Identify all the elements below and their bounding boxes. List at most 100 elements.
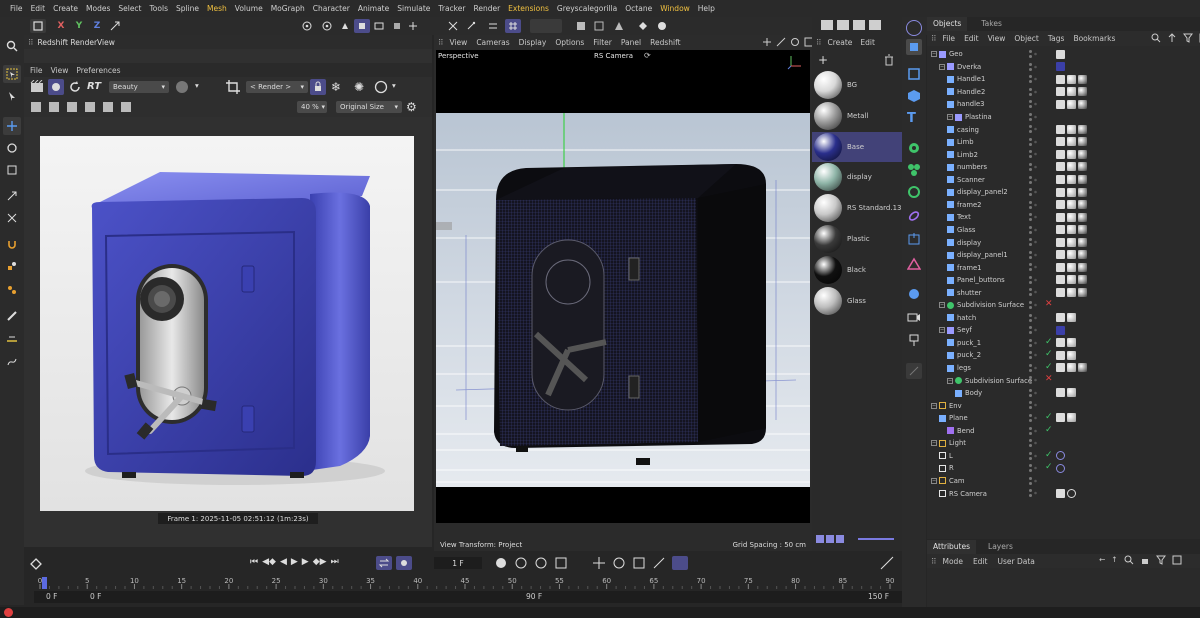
material-tag-icon[interactable] (1067, 200, 1076, 210)
model-mode-icon[interactable] (300, 19, 314, 33)
phong-tag-icon[interactable] (1056, 413, 1065, 423)
square-icon[interactable] (907, 67, 921, 81)
phong-tag-icon[interactable] (1056, 325, 1065, 335)
go-to-start-icon[interactable]: ⏮ (250, 557, 258, 567)
object-row[interactable]: − Dverka (927, 61, 1200, 74)
material-tag-icon[interactable] (1078, 137, 1087, 147)
attr-search-icon[interactable] (1124, 555, 1134, 565)
visibility-dots-icon[interactable] (1028, 200, 1038, 210)
refresh-icon[interactable] (68, 80, 82, 94)
uv-mode-icon[interactable] (372, 19, 386, 33)
material-icon-3[interactable] (852, 19, 866, 31)
object-row[interactable]: Text (927, 211, 1200, 224)
ipr-toggle-icon[interactable] (48, 79, 64, 95)
material-tag-icon[interactable] (1078, 363, 1087, 373)
material-item[interactable]: BG (812, 70, 902, 100)
field-icon[interactable] (907, 257, 921, 271)
object-row[interactable]: puck_2 ✓ (927, 349, 1200, 362)
menu-select[interactable]: Select (114, 0, 145, 17)
pan-icon[interactable] (762, 37, 772, 47)
scale-icon[interactable] (3, 161, 21, 179)
visibility-dots-icon[interactable] (1028, 363, 1038, 373)
live-select-icon[interactable] (3, 87, 21, 105)
search-icon[interactable] (3, 37, 21, 55)
material-tag-icon[interactable] (1067, 413, 1076, 423)
circle-dropdown-arrow-icon[interactable]: ▾ (392, 81, 396, 90)
autokey-icon[interactable] (514, 556, 528, 570)
material-tag-icon[interactable] (1067, 237, 1076, 247)
visibility-dots-icon[interactable] (1028, 350, 1038, 360)
material-tag-icon[interactable] (1067, 350, 1076, 360)
object-row[interactable]: display (927, 236, 1200, 249)
material-tag-icon[interactable] (1067, 124, 1076, 134)
visibility-dots-icon[interactable] (1028, 175, 1038, 185)
phong-tag-icon[interactable] (1056, 74, 1065, 84)
visibility-dots-icon[interactable] (1028, 187, 1038, 197)
record-key-icon[interactable] (494, 556, 508, 570)
object-row[interactable]: − Seyf (927, 324, 1200, 337)
effector-icon[interactable] (907, 185, 921, 199)
visibility-dots-icon[interactable] (1028, 162, 1038, 172)
visibility-dots-icon[interactable] (1028, 262, 1038, 272)
visibility-dots-icon[interactable] (1028, 149, 1038, 159)
disabled-tool-icon[interactable] (906, 363, 922, 379)
camera-link-icon[interactable]: ⟳ (644, 51, 651, 60)
visibility-dots-icon[interactable] (1028, 137, 1038, 147)
rv-menu-view[interactable]: View (51, 66, 69, 75)
keyframe-diamond-icon[interactable] (30, 558, 42, 570)
vp-menu-options[interactable]: Options (555, 38, 584, 47)
snowflake-icon[interactable]: ❄ (331, 80, 341, 94)
attr-menu-mode[interactable]: Mode (943, 557, 963, 566)
tab-objects[interactable]: Objects (927, 17, 968, 31)
object-row[interactable]: L ✓ (927, 450, 1200, 463)
coord-system-icon[interactable] (108, 19, 122, 33)
material-tag-icon[interactable] (1067, 363, 1076, 373)
param-key-icon[interactable] (652, 556, 666, 570)
obj-menu-file[interactable]: File (943, 34, 956, 43)
visibility-dots-icon[interactable] (1028, 287, 1038, 297)
material-tag-icon[interactable] (1067, 137, 1076, 147)
material-tag-icon[interactable] (1067, 187, 1076, 197)
render-view-icon[interactable] (574, 19, 588, 33)
back-arrow-icon[interactable]: ← (1099, 555, 1105, 565)
sun-icon[interactable]: ✺ (354, 80, 364, 94)
keyframe-selection-icon[interactable] (534, 556, 548, 570)
spline-pen-icon[interactable] (3, 353, 21, 371)
trash-icon[interactable] (884, 54, 894, 66)
material-tag-icon[interactable] (1078, 149, 1087, 159)
grid-snap-icon[interactable] (505, 19, 521, 33)
magnet-icon[interactable] (3, 235, 21, 253)
object-row[interactable]: hatch (927, 312, 1200, 325)
object-row[interactable]: puck_1 ✓ (927, 337, 1200, 350)
material-tag-icon[interactable] (1067, 250, 1076, 260)
generator-icon[interactable] (907, 232, 921, 246)
text-icon[interactable]: T (907, 111, 916, 126)
visibility-dots-icon[interactable] (1028, 400, 1038, 410)
polygons-mode-icon[interactable] (354, 19, 370, 33)
material-grip-icon[interactable]: ⠿ (816, 38, 822, 47)
cube-select-icon[interactable] (906, 39, 922, 55)
material-icon-2[interactable] (836, 19, 850, 31)
object-row[interactable]: − Light (927, 437, 1200, 450)
enabled-check-icon[interactable]: ✓ (1045, 362, 1053, 373)
vp-menu-filter[interactable]: Filter (593, 38, 612, 47)
list-view-icon[interactable] (826, 535, 834, 543)
menu-window[interactable]: Window (656, 0, 694, 17)
object-row[interactable]: Limb (927, 136, 1200, 149)
attr-new-window-icon[interactable] (1172, 555, 1182, 565)
material-item[interactable]: Base (812, 131, 902, 162)
object-row[interactable]: Panel_buttons (927, 274, 1200, 287)
enabled-check-icon[interactable]: ✓ (1045, 425, 1053, 436)
disabled-x-icon[interactable]: ✕ (1045, 299, 1053, 310)
phong-tag-icon[interactable] (1056, 212, 1065, 222)
record-mode-icon[interactable] (396, 556, 412, 570)
gear-green-icon[interactable] (907, 141, 921, 155)
expand-toggle-icon[interactable]: − (939, 302, 945, 309)
object-row[interactable]: legs ✓ (927, 362, 1200, 375)
next-frame-icon[interactable]: ▶ (302, 557, 309, 567)
deformer-icon[interactable] (907, 209, 921, 223)
snapshot-icon-2[interactable] (48, 101, 60, 113)
circle-icon[interactable] (374, 80, 388, 94)
material-tag-icon[interactable] (1067, 212, 1076, 222)
aov-dropdown[interactable]: Beauty ▾ (109, 81, 169, 93)
